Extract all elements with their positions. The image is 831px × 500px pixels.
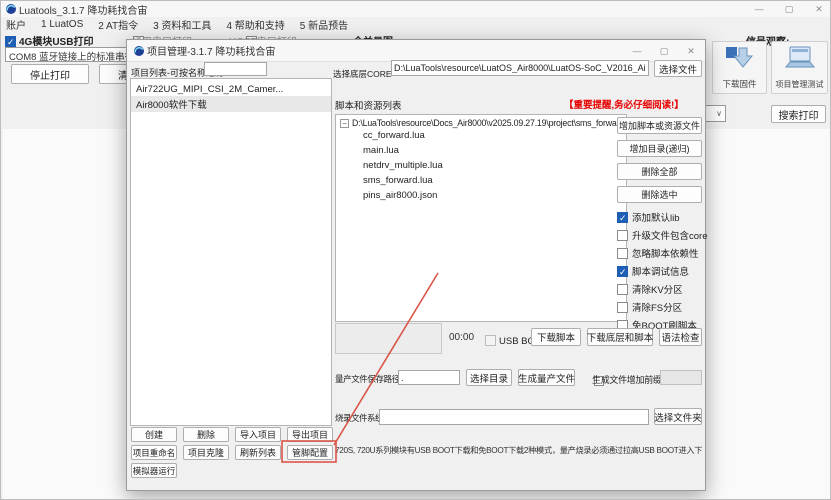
luat-logo-icon bbox=[6, 4, 16, 14]
usb-print-checkbox[interactable]: ✓ bbox=[5, 36, 16, 48]
chevron-down-icon: ∨ bbox=[716, 109, 722, 118]
tree-file-item[interactable]: netdrv_multiple.lua bbox=[336, 158, 626, 173]
add-directory-button[interactable]: 增加目录(递归) bbox=[617, 140, 702, 157]
collapse-icon[interactable]: − bbox=[340, 118, 349, 128]
menu-account[interactable]: 账户 bbox=[6, 17, 26, 32]
tree-root-node[interactable]: − D:\LuaTools\resource\Docs_Air8000\v202… bbox=[336, 115, 626, 128]
pin-config-button[interactable]: 管脚配置 bbox=[287, 445, 333, 460]
prefix-checkbox-label: 生成文件增加前缀 bbox=[592, 375, 662, 385]
checkbox[interactable]: ✓ bbox=[617, 229, 628, 241]
checkbox[interactable]: ✓ bbox=[617, 265, 628, 277]
delete-selected-button[interactable]: 删除选中 bbox=[617, 186, 702, 203]
delete-button[interactable]: 删除 bbox=[183, 427, 229, 442]
search-print-button[interactable]: 搜索打印 bbox=[771, 105, 826, 123]
usb-boot-checkbox[interactable]: ✓ bbox=[485, 335, 496, 347]
main-window-title: Luatools_3.1.7 降功耗找合宙 bbox=[19, 5, 148, 17]
syntax-check-button[interactable]: 语法检查 bbox=[659, 328, 702, 346]
download-firmware-button[interactable]: 下载固件 bbox=[712, 41, 767, 94]
create-button[interactable]: 创建 bbox=[131, 427, 177, 442]
filesystem-path-input[interactable] bbox=[379, 409, 649, 425]
download-firmware-icon bbox=[725, 47, 753, 68]
choose-folder-button[interactable]: 选择文件夹 bbox=[654, 408, 702, 425]
progress-area bbox=[335, 323, 442, 354]
import-project-button[interactable]: 导入项目 bbox=[235, 427, 281, 442]
export-project-button[interactable]: 导出项目 bbox=[287, 427, 333, 442]
check-icon: ✓ bbox=[619, 266, 627, 277]
project-list-panel: Air722UG_MIPI_CSI_2M_Camer... Air8000软件下… bbox=[130, 78, 332, 426]
production-path-label: 量产文件保存路径 bbox=[335, 374, 400, 384]
close-icon[interactable]: ✕ bbox=[812, 4, 826, 15]
menu-at-command[interactable]: 2 AT指令 bbox=[98, 17, 138, 32]
menu-new-products[interactable]: 5 新品预告 bbox=[300, 17, 348, 32]
menubar: 账户 1 LuatOS 2 AT指令 3 资料和工具 4 帮助和支持 5 新品预… bbox=[1, 17, 830, 32]
project-list-item-selected[interactable]: Air8000软件下载 bbox=[131, 96, 331, 112]
project-filter-input[interactable] bbox=[204, 62, 267, 76]
option-ignore-dependency[interactable]: ✓忽略脚本依赖性 bbox=[617, 246, 699, 260]
project-list-item[interactable]: Air722UG_MIPI_CSI_2M_Camer... bbox=[131, 83, 331, 96]
checkbox[interactable]: ✓ bbox=[617, 301, 628, 313]
boot-mode-note: 720S, 720U系列模块有USB BOOT下载和免BOOT下载2种模式，量产… bbox=[335, 446, 702, 455]
choose-dir-button[interactable]: 选择目录 bbox=[466, 369, 512, 386]
important-warning-text: 【重要提醒,务必仔细阅读!】 bbox=[564, 100, 684, 111]
check-icon: ✓ bbox=[619, 212, 627, 223]
checkbox[interactable]: ✓ bbox=[617, 211, 628, 223]
close-icon[interactable]: ✕ bbox=[685, 46, 697, 57]
maximize-icon[interactable]: ▢ bbox=[658, 46, 670, 57]
laptop-icon bbox=[784, 46, 815, 68]
choose-file-button[interactable]: 选择文件 bbox=[654, 60, 702, 77]
script-tree-panel: − D:\LuaTools\resource\Docs_Air8000\v202… bbox=[335, 114, 627, 322]
luat-logo-icon bbox=[134, 46, 144, 56]
minimize-icon[interactable]: — bbox=[631, 46, 643, 56]
download-script-button[interactable]: 下载脚本 bbox=[531, 328, 581, 346]
refresh-list-button[interactable]: 刷新列表 bbox=[235, 445, 281, 460]
burn-filesystem-label: 烧录文件系统 bbox=[335, 413, 384, 423]
production-path-input[interactable] bbox=[398, 370, 460, 385]
delete-all-button[interactable]: 删除全部 bbox=[617, 163, 702, 180]
download-firmware-label: 下载固件 bbox=[722, 79, 757, 89]
tree-file-item[interactable]: main.lua bbox=[336, 143, 626, 158]
option-upgrade-include-core[interactable]: ✓升级文件包含core bbox=[617, 228, 707, 242]
tree-root-path: D:\LuaTools\resource\Docs_Air8000\v2025.… bbox=[352, 118, 624, 128]
main-titlebar: Luatools_3.1.7 降功耗找合宙 — ▢ ✕ bbox=[1, 1, 830, 17]
maximize-icon[interactable]: ▢ bbox=[782, 4, 796, 15]
prefix-input-disabled bbox=[660, 370, 702, 385]
option-clear-fs[interactable]: ✓清除FS分区 bbox=[617, 300, 682, 314]
check-icon: ✓ bbox=[7, 37, 15, 48]
app-screen: Luatools_3.1.7 降功耗找合宙 — ▢ ✕ 账户 1 LuatOS … bbox=[0, 0, 831, 500]
usb-print-label: 4G模块USB打印 bbox=[19, 37, 94, 48]
stop-print-button[interactable]: 停止打印 bbox=[11, 64, 89, 84]
download-timer: 00:00 bbox=[449, 332, 475, 343]
option-script-debug-info[interactable]: ✓ 脚本调试信息 bbox=[617, 264, 689, 278]
dialog-title: 项目管理-3.1.7 降功耗找合宙 bbox=[147, 47, 276, 58]
download-core-script-button[interactable]: 下载底层和脚本 bbox=[587, 328, 653, 346]
project-manage-test-label: 项目管理测试 bbox=[775, 80, 824, 89]
clone-project-button[interactable]: 项目克隆 bbox=[183, 445, 229, 460]
menu-resources-tools[interactable]: 3 资料和工具 bbox=[153, 17, 211, 32]
dialog-titlebar: 项目管理-3.1.7 降功耗找合宙 — ▢ ✕ bbox=[127, 40, 705, 62]
project-manage-test-button[interactable]: 项目管理测试 bbox=[771, 41, 828, 94]
menu-help-support[interactable]: 4 帮助和支持 bbox=[226, 17, 284, 32]
tree-file-item[interactable]: pins_air8000.json bbox=[336, 188, 626, 203]
simulator-run-button[interactable]: 模拟器运行 bbox=[131, 463, 177, 478]
tree-file-item[interactable]: sms_forward.lua bbox=[336, 173, 626, 188]
core-select-label: 选择底层CORE bbox=[333, 69, 392, 79]
checkbox[interactable]: ✓ bbox=[617, 283, 628, 295]
option-clear-kv[interactable]: ✓清除KV分区 bbox=[617, 282, 683, 296]
generate-production-file-button[interactable]: 生成量产文件 bbox=[518, 369, 575, 386]
checkbox[interactable]: ✓ bbox=[617, 247, 628, 259]
minimize-icon[interactable]: — bbox=[752, 4, 766, 14]
rename-project-button[interactable]: 项目重命名 bbox=[131, 445, 177, 460]
option-add-default-lib[interactable]: ✓ 添加默认lib bbox=[617, 210, 680, 224]
tree-file-item[interactable]: cc_forward.lua bbox=[336, 128, 626, 143]
project-manager-dialog: 项目管理-3.1.7 降功耗找合宙 — ▢ ✕ 项目列表-可按名称过滤 选择底层… bbox=[126, 39, 707, 491]
add-script-file-button[interactable]: 增加脚本或资源文件 bbox=[617, 117, 702, 134]
core-path-input[interactable] bbox=[391, 60, 649, 76]
menu-luatos[interactable]: 1 LuatOS bbox=[41, 19, 83, 30]
script-list-label: 脚本和资源列表 bbox=[335, 101, 402, 112]
